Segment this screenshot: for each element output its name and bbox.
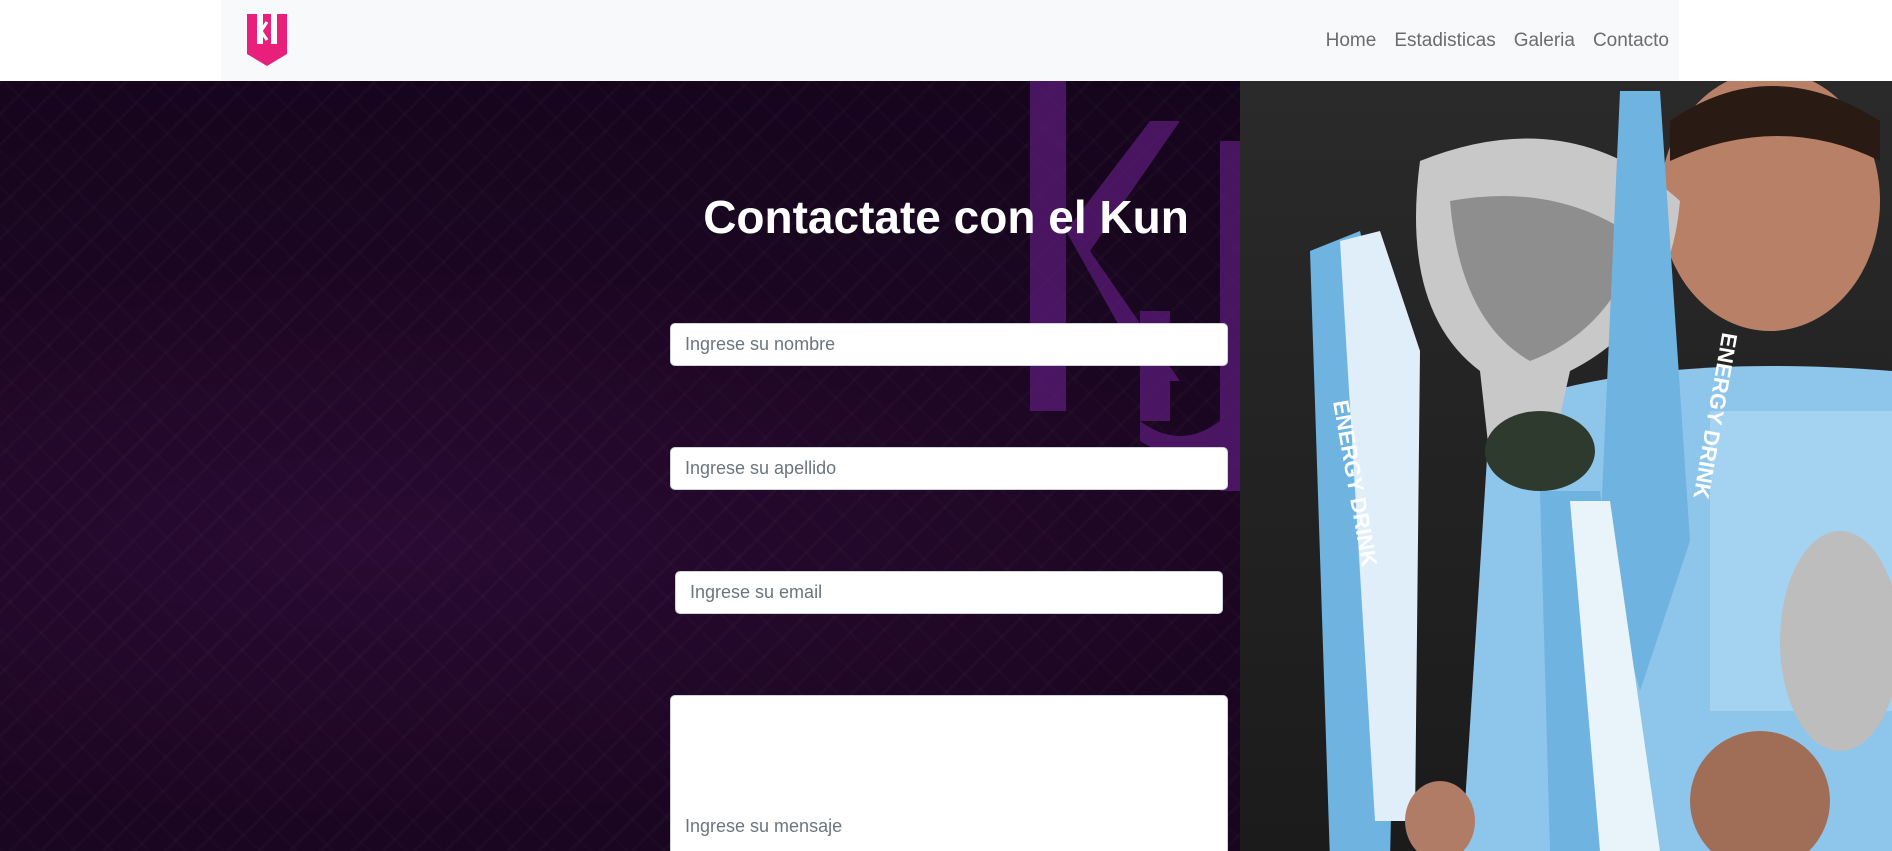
hero-section: ENERGY DRINK ENERGY DRINK Contactate con… [0,81,1892,851]
nav-home[interactable]: Home [1326,30,1377,52]
apellido-input[interactable] [670,447,1228,490]
email-input[interactable] [675,571,1223,614]
nav-estadisticas[interactable]: Estadisticas [1394,30,1495,52]
mensaje-textarea[interactable] [670,695,1228,851]
kun-logo-icon[interactable] [243,10,291,70]
nav-links: Home Estadisticas Galeria Contacto [1308,0,1669,81]
nav-contacto[interactable]: Contacto [1593,30,1669,52]
nombre-input[interactable] [670,323,1228,366]
navbar-container: Home Estadisticas Galeria Contacto [221,0,1679,81]
page-title: Contactate con el Kun [703,191,1189,243]
navbar: Home Estadisticas Galeria Contacto [0,0,1892,81]
nav-galeria[interactable]: Galeria [1514,30,1575,52]
